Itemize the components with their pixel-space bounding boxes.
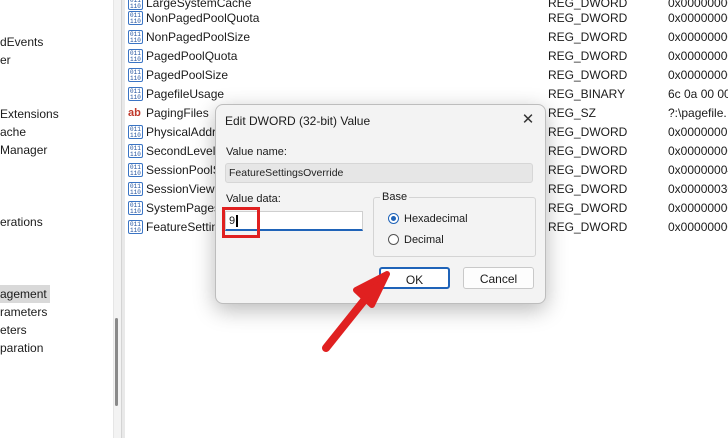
annotation-arrow-icon	[322, 271, 390, 352]
